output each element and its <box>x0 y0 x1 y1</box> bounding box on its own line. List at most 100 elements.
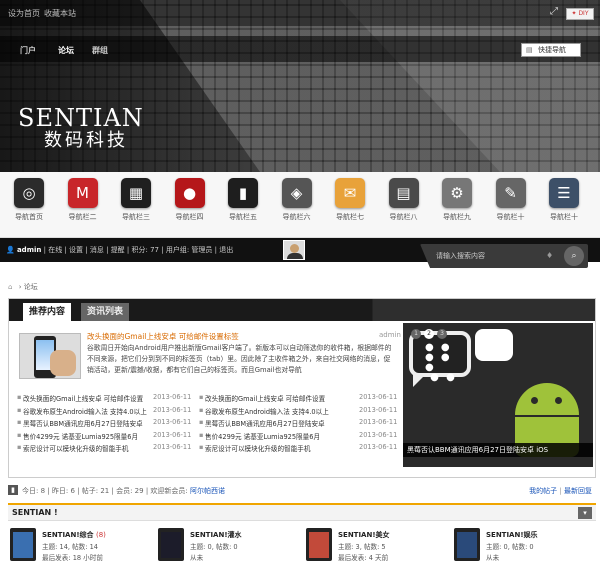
icon-nav-label: 导航栏六 <box>282 213 311 221</box>
points-link[interactable]: 积分: 77 <box>132 246 160 254</box>
list-item-title[interactable]: 索尼设计可以模块化升级的智能手机 <box>23 443 129 453</box>
store-icon: ▦ <box>121 178 151 208</box>
list-item-title[interactable]: 售价4299元 诺基亚Lumia925限量6月 <box>23 431 138 441</box>
collapse-icon[interactable]: ▾ <box>578 507 592 519</box>
icon-nav-label: 导航栏三 <box>122 213 150 221</box>
icon-nav-item[interactable]: ▦ 导航栏三 <box>113 178 159 222</box>
list-item-title[interactable]: 黑莓否认BBM通讯应用6月27日登陆安卓 <box>23 418 143 428</box>
nav-forum[interactable]: 论坛 <box>58 45 74 56</box>
bullet-icon: ▪ <box>17 430 22 439</box>
icon-nav-item[interactable]: ☰ 导航栏十 <box>541 178 587 222</box>
messages-link[interactable]: 消息 <box>90 246 104 254</box>
my-posts-link[interactable]: 我的帖子 <box>529 487 557 495</box>
bullet-icon: ▪ <box>199 393 204 401</box>
icon-nav-item[interactable]: ◈ 导航栏六 <box>274 178 320 222</box>
slide-pager-dot[interactable]: 3 <box>437 329 447 339</box>
username-link[interactable]: admin <box>17 246 41 254</box>
list-item-date: 2013-06-11 <box>359 393 398 401</box>
photos-icon: ▤ <box>388 178 419 208</box>
blackberry-logo-icon: ● ● ● ● ● ● ● <box>425 342 457 383</box>
forum-name[interactable]: SENTIAN!娱乐 <box>486 530 538 540</box>
notifications-link[interactable]: 提醒 <box>111 246 125 254</box>
latest-replies-link[interactable]: 最新回复 <box>564 487 592 495</box>
featured-title[interactable]: 改头换面的Gmail上线安卓 可给邮件设置标签 <box>87 331 239 342</box>
icon-nav-label: 导航栏八 <box>389 213 418 221</box>
forum-last-post: 最后发表: 18 小时前 <box>42 554 103 561</box>
icon-nav-item[interactable]: ▮ 导航栏五 <box>220 178 266 222</box>
list-item: ▪ 售价4299元 诺基亚Lumia925限量6月 2013-06-11 ▪ 售价429… <box>17 431 401 444</box>
posts-count: 21 <box>100 487 110 495</box>
top-bar <box>0 0 600 26</box>
forum-last-post: 从未 <box>190 554 204 561</box>
forum-item: SENTIAN!灌水 主题: 0, 帖数: 0 从未 <box>158 528 298 561</box>
list-item-title[interactable]: 改头换面的Gmail上线安卓 可给邮件设置 <box>205 393 325 403</box>
forum-thumbnail[interactable] <box>306 528 332 561</box>
menu-icon: ☰ <box>549 178 579 208</box>
forum-item: SENTIAN!综合 (8) 主题: 14, 帖数: 14 最后发表: 18 小时前 <box>10 528 150 561</box>
nav-group[interactable]: 群组 <box>92 45 108 56</box>
logout-link[interactable]: 退出 <box>219 246 233 254</box>
usergroup-link[interactable]: 用户组: 管理员 <box>166 246 213 254</box>
forum-thumbnail[interactable] <box>10 528 36 561</box>
bullet-icon: ▪ <box>199 405 204 414</box>
icon-nav-label: 导航栏五 <box>229 213 257 221</box>
home-icon[interactable]: ⌂ <box>8 283 12 291</box>
nav-portal[interactable]: 门户 <box>20 45 36 56</box>
slide-pager-dot[interactable]: 1 <box>411 329 421 339</box>
forum-thumbnail[interactable] <box>454 528 480 561</box>
forum-stats: ▮ 今日: 8 | 昨日: 6 | 帖子: 21 | 会员: 29 | 欢迎新会… <box>8 485 596 497</box>
settings-link[interactable]: 设置 <box>69 246 83 254</box>
forum-last-post: 最后发表: 4 天前 <box>338 554 389 561</box>
featured-author[interactable]: admin <box>379 331 401 339</box>
search-button[interactable]: ⌕ <box>564 246 584 266</box>
icon-nav-item[interactable]: ⚙ 导航栏九 <box>434 178 480 222</box>
bullet-icon: ▪ <box>17 405 22 414</box>
breadcrumb: ⌂ › 论坛 <box>8 283 38 291</box>
forum-thumbnail[interactable] <box>158 528 184 561</box>
forum-name[interactable]: SENTIAN!综合 (8) <box>42 530 106 540</box>
avatar[interactable] <box>283 240 305 260</box>
icon-nav-item[interactable]: ✉ 导航栏七 <box>327 178 373 222</box>
expand-icon[interactable]: ⤢ <box>550 6 558 17</box>
set-home-link[interactable]: 设为首页 <box>8 8 40 19</box>
quick-nav-button[interactable]: ▤ 快捷导航 <box>521 43 581 57</box>
slide-pager-dot[interactable]: 2 <box>424 329 434 339</box>
list-item-title[interactable]: 售价4299元 诺基亚Lumia925限量6月 <box>205 431 320 441</box>
list-item-title[interactable]: 索尼设计可以模块化升级的智能手机 <box>205 443 311 453</box>
forum-item: SENTIAN!娱乐 主题: 0, 帖数: 0 从未 <box>454 528 594 561</box>
search-input[interactable] <box>436 250 536 262</box>
forum-stats-text: 主题: 3, 帖数: 5 <box>338 543 386 551</box>
slide-caption[interactable]: 黑莓否认BBM通讯应用6月27日登陆安卓 iOS <box>403 443 593 457</box>
online-link[interactable]: 在线 <box>48 246 62 254</box>
icon-nav-label: 导航首页 <box>15 213 43 221</box>
newest-member-link[interactable]: 阿尔帕西诺 <box>190 487 225 495</box>
list-item-title[interactable]: 谷歌发布原生Android输入法 支持4.0以上 <box>205 406 329 416</box>
bookmark-link[interactable]: 收藏本站 <box>44 8 76 19</box>
tools-icon: ✎ <box>495 178 526 208</box>
featured-thumbnail[interactable] <box>19 333 81 379</box>
list-item-title[interactable]: 黑莓否认BBM通讯应用6月27日登陆安卓 <box>205 418 325 428</box>
icon-nav-row: ◎ 导航首页 M 导航栏二 ▦ 导航栏三 ● 导航栏四 ▮ 导航栏五 ◈ 导航栏六 ✉ 导航栏七 ▤ 导航栏八… <box>0 172 600 238</box>
list-item-title[interactable]: 谷歌发布原生Android输入法 支持4.0以上 <box>23 406 147 416</box>
diy-button[interactable]: ✦ DIY <box>566 8 594 20</box>
icon-nav-item[interactable]: ● 导航栏四 <box>167 178 213 222</box>
list-item-date: 2013-06-11 <box>153 405 192 414</box>
forum-name[interactable]: SENTIAN!灌水 <box>190 530 242 540</box>
user-icon: 👤 <box>6 246 15 254</box>
icon-nav-item[interactable]: ▤ 导航栏八 <box>381 178 427 222</box>
bullet-icon: ▪ <box>17 443 22 451</box>
breadcrumb-current[interactable]: 论坛 <box>24 283 38 291</box>
forum-name[interactable]: SENTIAN!美女 <box>338 530 390 540</box>
list-item-date: 2013-06-11 <box>359 418 398 426</box>
icon-nav-label: 导航栏四 <box>175 213 204 221</box>
today-count: 8 <box>40 487 46 495</box>
category-title[interactable]: SENTIAN ! <box>12 508 58 517</box>
tab-recommended[interactable]: 推荐内容 <box>23 303 72 321</box>
avatar-body <box>287 253 303 259</box>
list-item-title[interactable]: 改头换面的Gmail上线安卓 可给邮件设置 <box>23 393 143 403</box>
tab-news-list[interactable]: 资讯列表 <box>81 303 130 321</box>
icon-nav-item[interactable]: ◎ 导航首页 <box>6 178 52 222</box>
icon-nav-item[interactable]: ✎ 导航栏十 <box>488 178 534 222</box>
microphone-icon[interactable]: ♦ <box>546 251 553 260</box>
icon-nav-item[interactable]: M 导航栏二 <box>60 178 106 222</box>
